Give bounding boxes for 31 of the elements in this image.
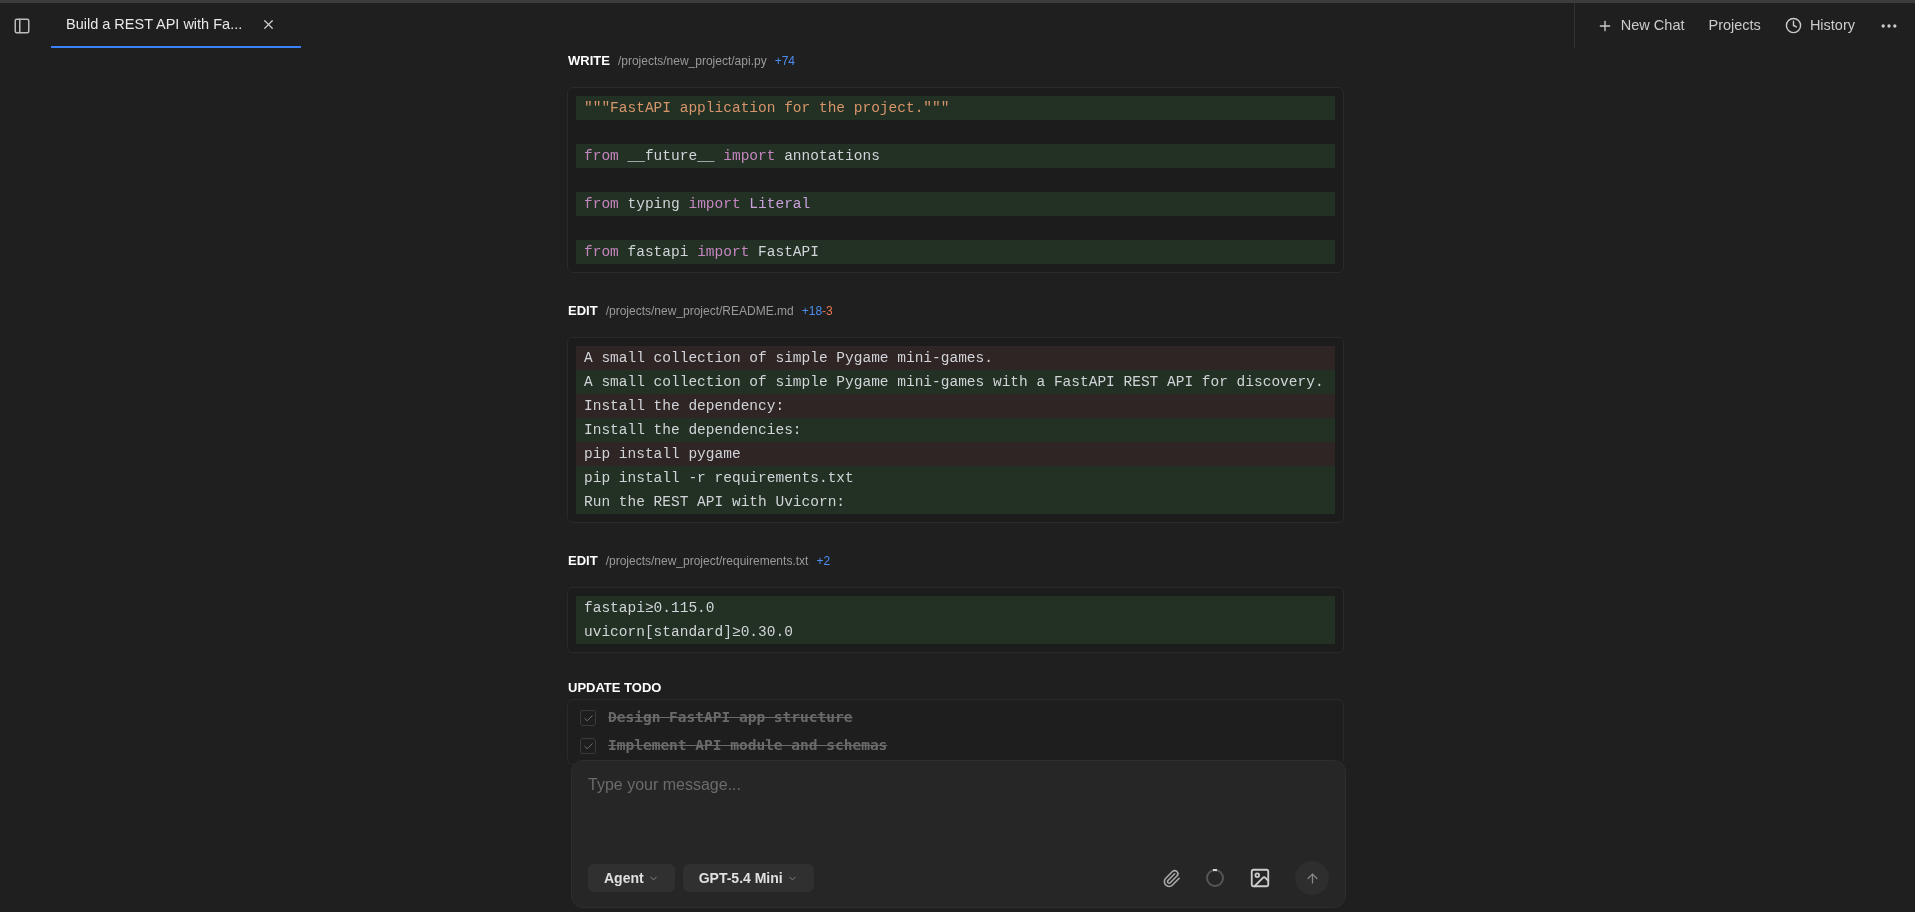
file-path: /projects/new_project/requirements.txt — [605, 553, 809, 570]
history-button[interactable]: History — [1784, 14, 1855, 37]
image-icon[interactable] — [1249, 867, 1271, 889]
model-dropdown[interactable]: GPT-5.4 Mini — [682, 864, 814, 892]
loading-spinner-icon — [1205, 868, 1225, 888]
sidebar-toggle-icon[interactable] — [13, 16, 31, 35]
removed-count: -3 — [822, 303, 833, 320]
check-icon — [582, 740, 594, 752]
action-label: WRITE — [568, 52, 610, 70]
mode-dropdown[interactable]: Agent — [588, 864, 675, 892]
todo-text: Implement API module and schemas — [608, 736, 888, 756]
todo-checkbox[interactable] — [580, 738, 596, 754]
chat-tab[interactable]: Build a REST API with Fa... — [51, 3, 301, 48]
new-chat-button[interactable]: New Chat — [1596, 14, 1685, 37]
todo-text: Design FastAPI app structure — [608, 708, 853, 728]
file-path: /projects/new_project/api.py — [617, 53, 767, 70]
added-count: +2 — [816, 553, 831, 570]
added-count: +74 — [774, 53, 795, 70]
action-label: UPDATE TODO — [568, 680, 662, 695]
action-label: EDIT — [568, 552, 598, 570]
clock-icon — [1784, 17, 1802, 34]
action-label: EDIT — [568, 302, 598, 320]
paperclip-icon[interactable] — [1162, 868, 1181, 888]
todo-checkbox[interactable] — [580, 710, 596, 726]
added-count: +18 — [801, 303, 823, 320]
message-input[interactable]: Type your message... — [588, 773, 1329, 797]
send-button[interactable] — [1295, 861, 1329, 895]
close-icon[interactable] — [261, 17, 276, 32]
projects-button[interactable]: Projects — [1708, 14, 1761, 37]
file-path: /projects/new_project/README.md — [605, 303, 794, 320]
check-icon — [582, 712, 594, 724]
